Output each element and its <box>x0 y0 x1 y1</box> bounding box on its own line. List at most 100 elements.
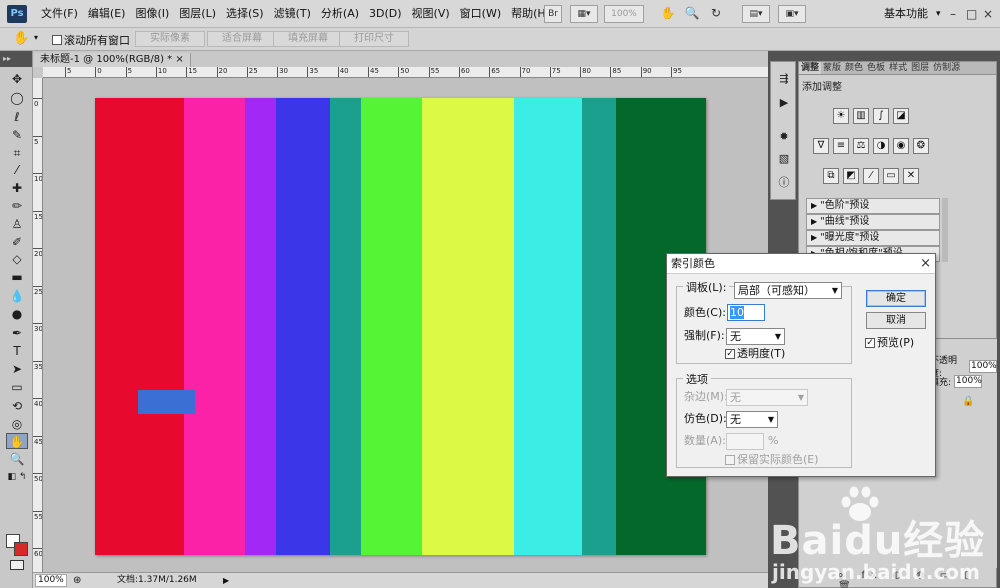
dodge-tool-icon[interactable]: ● <box>6 306 28 322</box>
menu-file[interactable]: 文件(F) <box>36 0 83 28</box>
horizontal-ruler[interactable]: 5 0 5 10 15 20 25 30 35 40 45 50 55 60 65 70 75 80 85 90 95 <box>43 67 768 78</box>
document-tab-close-icon[interactable]: × <box>175 54 183 65</box>
colors-input[interactable]: 10 <box>727 304 765 321</box>
threshold-icon[interactable]: ⁄ <box>863 168 879 184</box>
close-button[interactable]: × <box>983 7 993 21</box>
rotate-icon[interactable]: ↻ <box>708 5 724 23</box>
zoom-tool-icon[interactable]: 🔍 <box>6 451 28 467</box>
zoom-level-select[interactable]: 100% <box>604 5 644 23</box>
actions-panel-icon[interactable]: ▶ <box>776 96 792 110</box>
arrange-documents-icon[interactable]: ▤▾ <box>742 5 770 23</box>
hand-tool-preset-icon[interactable]: ✋ <box>13 31 29 46</box>
healing-brush-tool-icon[interactable]: ✚ <box>6 180 28 196</box>
posterize-icon[interactable]: ◩ <box>843 168 859 184</box>
menu-select[interactable]: 选择(S) <box>221 0 269 28</box>
status-menu-arrow-icon[interactable]: ▶ <box>223 574 229 587</box>
pen-tool-icon[interactable]: ✒ <box>6 325 28 341</box>
tab-masks[interactable]: 蒙版 <box>821 62 843 74</box>
lasso-tool-icon[interactable]: ℓ <box>6 109 28 125</box>
navigator-panel-icon[interactable]: ✹ <box>776 130 792 144</box>
history-panel-icon[interactable]: ⇶ <box>776 72 792 86</box>
view-extras-icon[interactable]: ▦▾ <box>570 5 598 23</box>
dialog-close-icon[interactable]: × <box>920 256 931 272</box>
document-tab[interactable]: 未标题-1 @ 100%(RGB/8) * × <box>34 53 191 67</box>
forced-select[interactable]: 无 ▼ <box>726 328 785 345</box>
status-info-icon[interactable]: ⊛ <box>73 574 81 587</box>
vibrance-icon[interactable]: ∇ <box>813 138 829 154</box>
workspace-switcher[interactable]: 基本功能 <box>884 0 928 28</box>
info-panel-icon[interactable]: ⓘ <box>776 176 792 190</box>
checkbox-box[interactable]: ✓ <box>725 349 735 359</box>
checkbox-box[interactable] <box>52 35 62 45</box>
gradient-map-icon[interactable]: ▭ <box>883 168 899 184</box>
histogram-panel-icon[interactable]: ▧ <box>776 152 792 166</box>
background-color-swatch[interactable] <box>14 542 28 556</box>
channel-mixer-icon[interactable]: ❂ <box>913 138 929 154</box>
preserve-colors-checkbox[interactable]: 保留实际颜色(E) <box>725 453 819 467</box>
minimize-button[interactable]: – <box>950 7 956 21</box>
3d-orbit-tool-icon[interactable]: ◎ <box>6 416 28 432</box>
scroll-all-windows-checkbox[interactable]: 滚动所有窗口 <box>52 32 130 48</box>
palette-select[interactable]: 局部（可感知） ▼ <box>734 282 842 299</box>
move-tool-icon[interactable]: ✥ <box>6 71 28 87</box>
menu-filter[interactable]: 滤镜(T) <box>269 0 316 28</box>
curves-icon[interactable]: ∫ <box>873 108 889 124</box>
menu-edit[interactable]: 编辑(E) <box>83 0 131 28</box>
maximize-button[interactable]: □ <box>966 7 977 21</box>
hand-icon[interactable]: ✋ <box>660 5 676 23</box>
vertical-ruler[interactable]: 0 5 10 15 20 25 30 35 40 45 50 55 60 <box>33 78 43 572</box>
preset-exposure[interactable]: ▶ "曝光度"预设 <box>806 230 940 246</box>
clone-stamp-tool-icon[interactable]: ♙ <box>6 216 28 232</box>
eyedropper-tool-icon[interactable]: ⁄ <box>6 162 28 178</box>
exposure-icon[interactable]: ◪ <box>893 108 909 124</box>
canvas[interactable] <box>95 98 706 555</box>
checkbox-box[interactable]: ✓ <box>865 338 875 348</box>
amount-input[interactable] <box>726 433 764 450</box>
history-brush-tool-icon[interactable]: ✐ <box>6 234 28 250</box>
cancel-button[interactable]: 取消 <box>866 312 926 329</box>
opacity-field[interactable]: 100% <box>969 359 997 373</box>
swap-colors-icon[interactable]: ◧ ↰ <box>6 469 28 485</box>
print-size-button[interactable]: 打印尺寸 <box>339 31 409 47</box>
layers-footer-icons[interactable]: ∞ fx ◐ ◍ ▭ ▯ 🗑 <box>838 570 1000 588</box>
blur-tool-icon[interactable]: 💧 <box>6 288 28 304</box>
quick-selection-tool-icon[interactable]: ✎ <box>6 127 28 143</box>
levels-icon[interactable]: ▥ <box>853 108 869 124</box>
color-balance-icon[interactable]: ⚖ <box>853 138 869 154</box>
menu-analysis[interactable]: 分析(A) <box>316 0 364 28</box>
tab-styles[interactable]: 样式 <box>887 62 909 74</box>
preset-scrollbar[interactable] <box>942 198 948 262</box>
dither-select[interactable]: 无 ▼ <box>726 411 778 428</box>
actual-pixels-button[interactable]: 实际像素 <box>135 31 205 47</box>
menu-view[interactable]: 视图(V) <box>407 0 455 28</box>
selected-layer-row[interactable] <box>138 390 195 414</box>
brush-tool-icon[interactable]: ✏ <box>6 198 28 214</box>
fill-screen-button[interactable]: 填充屏幕 <box>273 31 343 47</box>
matte-select[interactable]: 无 ▼ <box>726 389 808 406</box>
preview-checkbox[interactable]: ✓ 预览(P) <box>865 336 914 350</box>
brightness-contrast-icon[interactable]: ☀ <box>833 108 849 124</box>
tool-preset-arrow-icon[interactable]: ▾ <box>34 33 38 42</box>
quick-mask-icon[interactable] <box>10 560 24 570</box>
tools-panel-header[interactable]: ▸▸ <box>0 51 32 67</box>
status-zoom-field[interactable]: 100% <box>35 574 67 587</box>
menu-image[interactable]: 图像(I) <box>130 0 174 28</box>
fit-screen-button[interactable]: 适合屏幕 <box>207 31 277 47</box>
marquee-tool-icon[interactable]: ◯ <box>6 90 28 106</box>
tab-clone-source[interactable]: 仿制源 <box>931 62 962 74</box>
checkbox-box[interactable] <box>725 455 735 465</box>
rectangle-tool-icon[interactable]: ▭ <box>6 379 28 395</box>
black-white-icon[interactable]: ◑ <box>873 138 889 154</box>
canvas-area[interactable] <box>43 78 768 572</box>
fill-field[interactable]: 100% <box>954 375 983 388</box>
screen-mode-icon[interactable]: ▣▾ <box>778 5 806 23</box>
workspace-arrow-icon[interactable]: ▾ <box>936 0 941 28</box>
3d-rotate-tool-icon[interactable]: ⟲ <box>6 398 28 414</box>
zoom-icon[interactable]: 🔍 <box>684 5 700 23</box>
hue-saturation-icon[interactable]: ≡ <box>833 138 849 154</box>
type-tool-icon[interactable]: T <box>6 343 28 359</box>
menu-3d[interactable]: 3D(D) <box>364 0 407 28</box>
bridge-icon[interactable]: Br <box>544 5 562 23</box>
eraser-tool-icon[interactable]: ◇ <box>6 251 28 267</box>
invert-icon[interactable]: ⧉ <box>823 168 839 184</box>
